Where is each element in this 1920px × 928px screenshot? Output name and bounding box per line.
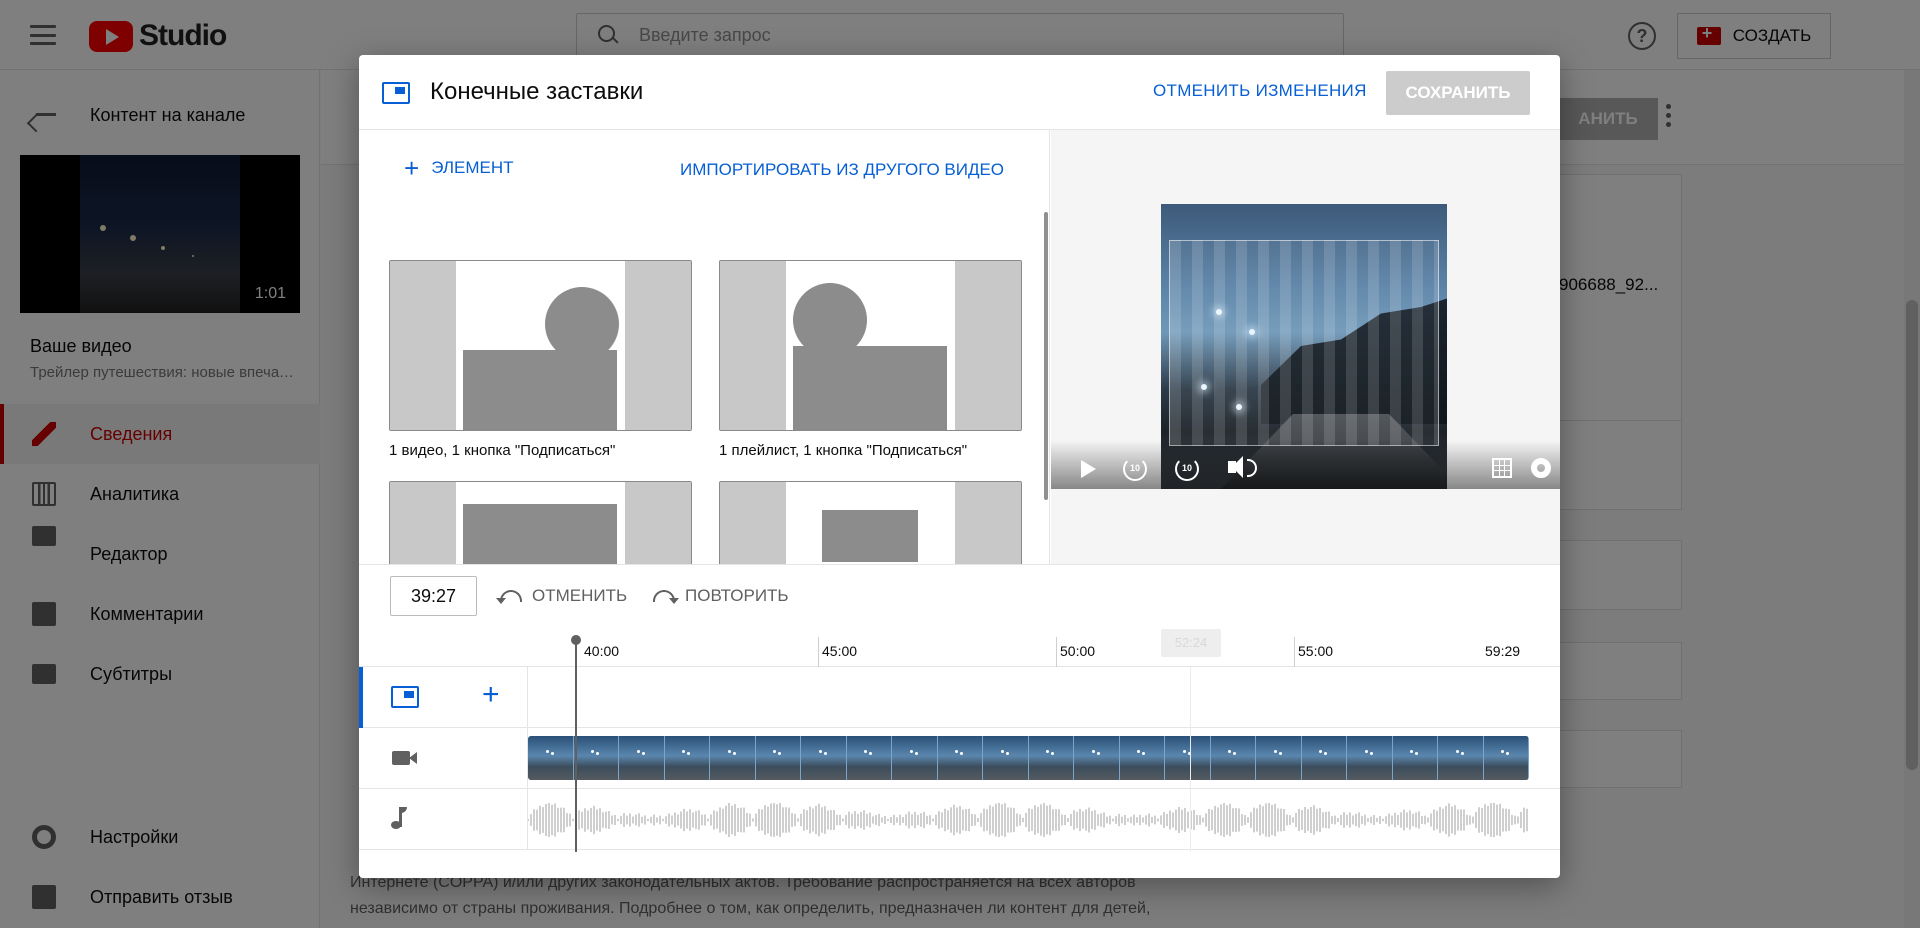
templates-panel: + ЭЛЕМЕНТ ИМПОРТИРОВАТЬ ИЗ ДРУГОГО ВИДЕО…	[359, 130, 1050, 564]
rewind-10-icon[interactable]: 10	[1123, 457, 1147, 481]
end-screen-track[interactable]: +	[359, 667, 1560, 728]
film-frame	[528, 736, 574, 780]
hover-time-tooltip: 52:24	[1161, 629, 1221, 657]
import-from-video-button[interactable]: ИМПОРТИРОВАТЬ ИЗ ДРУГОГО ВИДЕО	[680, 160, 1004, 180]
video-camera-icon	[392, 751, 417, 765]
end-screen-icon	[382, 82, 410, 104]
track-label	[359, 789, 528, 850]
add-element-plus-icon[interactable]: +	[482, 680, 500, 710]
video-element	[463, 504, 617, 564]
tick-label: 50:00	[1060, 643, 1096, 659]
waveform-path	[528, 803, 1528, 837]
film-frame	[664, 736, 710, 780]
template-side	[955, 482, 1021, 564]
grid-icon[interactable]	[1492, 458, 1512, 478]
tick-label: 40:00	[584, 643, 620, 659]
film-frame	[1256, 736, 1302, 780]
end-screen-dialog: Конечные заставки ОТМЕНИТЬ ИЗМЕНЕНИЯ СОХ…	[359, 55, 1560, 878]
film-frame	[1028, 736, 1074, 780]
end-screen-track-icon	[391, 686, 419, 708]
tick-line	[818, 637, 819, 667]
template-video-subscribe[interactable]	[389, 260, 692, 431]
film-frame	[1347, 736, 1393, 780]
template-side	[390, 261, 456, 430]
volume-icon[interactable]	[1228, 456, 1257, 478]
save-button[interactable]: СОХРАНИТЬ	[1386, 71, 1530, 115]
film-frame	[846, 736, 892, 780]
tick-label: 55:00	[1298, 643, 1334, 659]
template-side	[625, 261, 691, 430]
film-frame	[573, 736, 619, 780]
preview-panel: 10 10	[1051, 130, 1560, 564]
audio-waveform	[528, 803, 1528, 837]
film-frame	[710, 736, 756, 780]
video-player[interactable]: 10 10	[1051, 130, 1560, 489]
dialog-title: Конечные заставки	[430, 78, 644, 105]
undo-button[interactable]: ОТМЕНИТЬ	[496, 586, 628, 606]
tick-label: 59:29	[1485, 643, 1521, 659]
forward-10-icon[interactable]: 10	[1175, 457, 1199, 481]
tick-line	[1294, 637, 1295, 667]
templates-scrollbar[interactable]	[1044, 212, 1048, 500]
template-side	[390, 482, 456, 564]
video-track[interactable]	[359, 728, 1560, 789]
dialog-header: Конечные заставки ОТМЕНИТЬ ИЗМЕНЕНИЯ СОХ…	[359, 55, 1560, 130]
film-frame	[1210, 736, 1256, 780]
track-label	[359, 728, 528, 789]
add-element-button[interactable]: + ЭЛЕМЕНТ	[404, 153, 514, 183]
film-frame	[619, 736, 665, 780]
audio-track[interactable]	[359, 789, 1560, 850]
film-frame	[801, 736, 847, 780]
redo-label: ПОВТОРИТЬ	[685, 586, 789, 605]
timeline-toolbar: ОТМЕНИТЬ ПОВТОРИТЬ	[359, 564, 1560, 629]
template-side	[955, 261, 1021, 430]
film-frame	[983, 736, 1029, 780]
video-filmstrip[interactable]	[528, 736, 1529, 780]
film-frame	[892, 736, 938, 780]
hover-line	[1190, 667, 1191, 852]
film-frame	[937, 736, 983, 780]
film-frame	[1392, 736, 1438, 780]
film-frame	[1074, 736, 1120, 780]
playhead[interactable]	[571, 635, 581, 852]
music-note-icon	[391, 807, 407, 829]
film-frame	[1119, 736, 1165, 780]
add-element-label: ЭЛЕМЕНТ	[431, 158, 514, 177]
track-label: +	[359, 667, 528, 728]
template-4[interactable]	[719, 481, 1022, 564]
playlist-element	[793, 346, 947, 430]
redo-button[interactable]: ПОВТОРИТЬ	[653, 586, 789, 606]
redo-icon	[653, 590, 679, 604]
play-icon[interactable]	[1081, 460, 1096, 478]
template-playlist-subscribe[interactable]	[719, 260, 1022, 431]
film-frame	[1165, 736, 1211, 780]
template-side	[720, 482, 786, 564]
template-3[interactable]	[389, 481, 692, 564]
undo-icon	[496, 590, 522, 604]
undo-label: ОТМЕНИТЬ	[532, 586, 628, 605]
tick-label: 45:00	[822, 643, 858, 659]
discard-changes-button[interactable]: ОТМЕНИТЬ ИЗМЕНЕНИЯ	[1153, 81, 1367, 101]
video-element	[822, 510, 918, 562]
tick-line	[1056, 637, 1057, 667]
template-side	[625, 482, 691, 564]
template-label: 1 видео, 1 кнопка "Подписаться"	[389, 442, 616, 459]
film-frame	[755, 736, 801, 780]
plus-icon: +	[404, 153, 420, 183]
safe-area-grid	[1169, 240, 1439, 446]
time-input[interactable]	[390, 576, 477, 616]
video-element	[463, 350, 617, 430]
template-side	[720, 261, 786, 430]
film-frame	[1483, 736, 1529, 780]
player-settings-icon[interactable]	[1531, 458, 1551, 478]
film-frame	[1438, 736, 1484, 780]
timeline-ruler[interactable]: 40:00 45:00 50:00 55:00 59:29 52:24	[359, 629, 1560, 667]
film-frame	[1301, 736, 1347, 780]
template-label: 1 плейлист, 1 кнопка "Подписаться"	[719, 442, 968, 459]
